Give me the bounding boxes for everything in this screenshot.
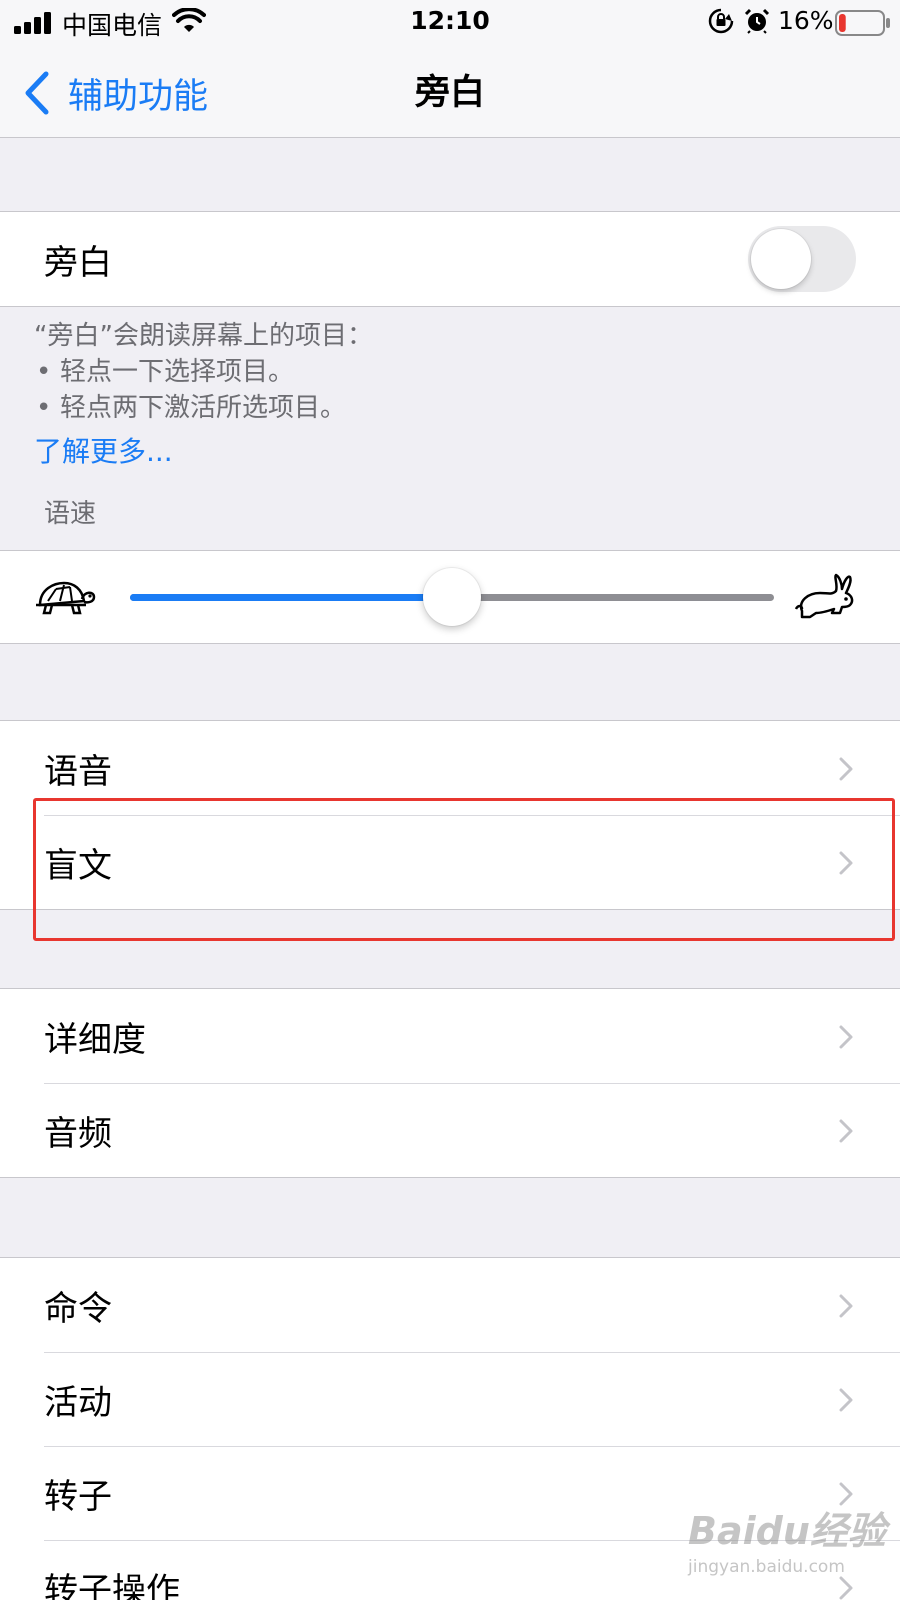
speech-rate-header: 语速 [44, 499, 97, 529]
chevron-right-icon [839, 757, 853, 781]
voice-braille-group: 语音 盲文 [0, 720, 900, 910]
orientation-lock-icon [708, 8, 734, 34]
chevron-right-icon [839, 1025, 853, 1049]
speech-rate-slider-row [0, 551, 900, 643]
watermark-logo: Baidu经验 [688, 1509, 886, 1553]
list-item-audio[interactable]: 音频 [0, 1083, 900, 1177]
description-intro: “旁白”会朗读屏幕上的项目： [34, 321, 373, 351]
row-label: 音频 [44, 1113, 112, 1154]
row-label: 语音 [44, 751, 112, 792]
description-bullet: • 轻点两下激活所选项目。 [34, 390, 874, 426]
row-label: 活动 [44, 1382, 112, 1423]
bullet-text: 轻点一下选择项目。 [60, 357, 295, 387]
slider-thumb[interactable] [423, 568, 481, 626]
list-item-speech[interactable]: 语音 [0, 721, 900, 815]
voiceover-row: 旁白 [0, 212, 900, 306]
alarm-icon [744, 8, 770, 34]
voiceover-toggle[interactable] [748, 226, 856, 292]
row-label: 转子操作 [44, 1570, 180, 1600]
list-item-verbosity[interactable]: 详细度 [0, 989, 900, 1083]
chevron-right-icon [839, 1119, 853, 1143]
row-label: 盲文 [44, 845, 112, 886]
description-bullet: • 轻点一下选择项目。 [34, 354, 874, 390]
bullet-text: 轻点两下激活所选项目。 [60, 393, 347, 423]
row-label: 命令 [44, 1288, 112, 1329]
bullet-dot: • [36, 357, 52, 387]
chevron-right-icon [839, 1576, 853, 1600]
watermark-url: jingyan.baidu.com [688, 1557, 845, 1577]
list-item-braille[interactable]: 盲文 [0, 815, 900, 909]
navigation-bar: 辅助功能 旁白 [0, 50, 900, 138]
status-bar: 中国电信 12:10 16% [0, 0, 900, 50]
speech-rate-group [0, 550, 900, 644]
battery-icon [835, 10, 890, 36]
voiceover-label: 旁白 [44, 242, 112, 283]
watermark: Baidu经验 jingyan.baidu.com [688, 1500, 886, 1577]
battery-percentage: 16% [778, 6, 834, 35]
row-label: 详细度 [44, 1019, 146, 1060]
chevron-right-icon [839, 1388, 853, 1412]
voiceover-description: “旁白”会朗读屏幕上的项目： • 轻点一下选择项目。 • 轻点两下激活所选项目。… [34, 318, 874, 471]
list-item-activities[interactable]: 活动 [0, 1352, 900, 1446]
verbosity-audio-group: 详细度 音频 [0, 988, 900, 1178]
voiceover-toggle-group: 旁白 [0, 211, 900, 307]
list-item-commands[interactable]: 命令 [0, 1258, 900, 1352]
chevron-right-icon [839, 1294, 853, 1318]
learn-more-link[interactable]: 了解更多... [34, 434, 173, 470]
toggle-knob [751, 229, 811, 289]
page-title: 旁白 [414, 73, 485, 113]
rabbit-icon [794, 573, 854, 619]
turtle-icon [36, 581, 96, 615]
chevron-right-icon [839, 851, 853, 875]
row-label: 转子 [44, 1476, 112, 1517]
bullet-dot: • [36, 393, 52, 423]
speech-rate-slider[interactable] [130, 568, 774, 626]
slider-filled-track [130, 594, 452, 601]
